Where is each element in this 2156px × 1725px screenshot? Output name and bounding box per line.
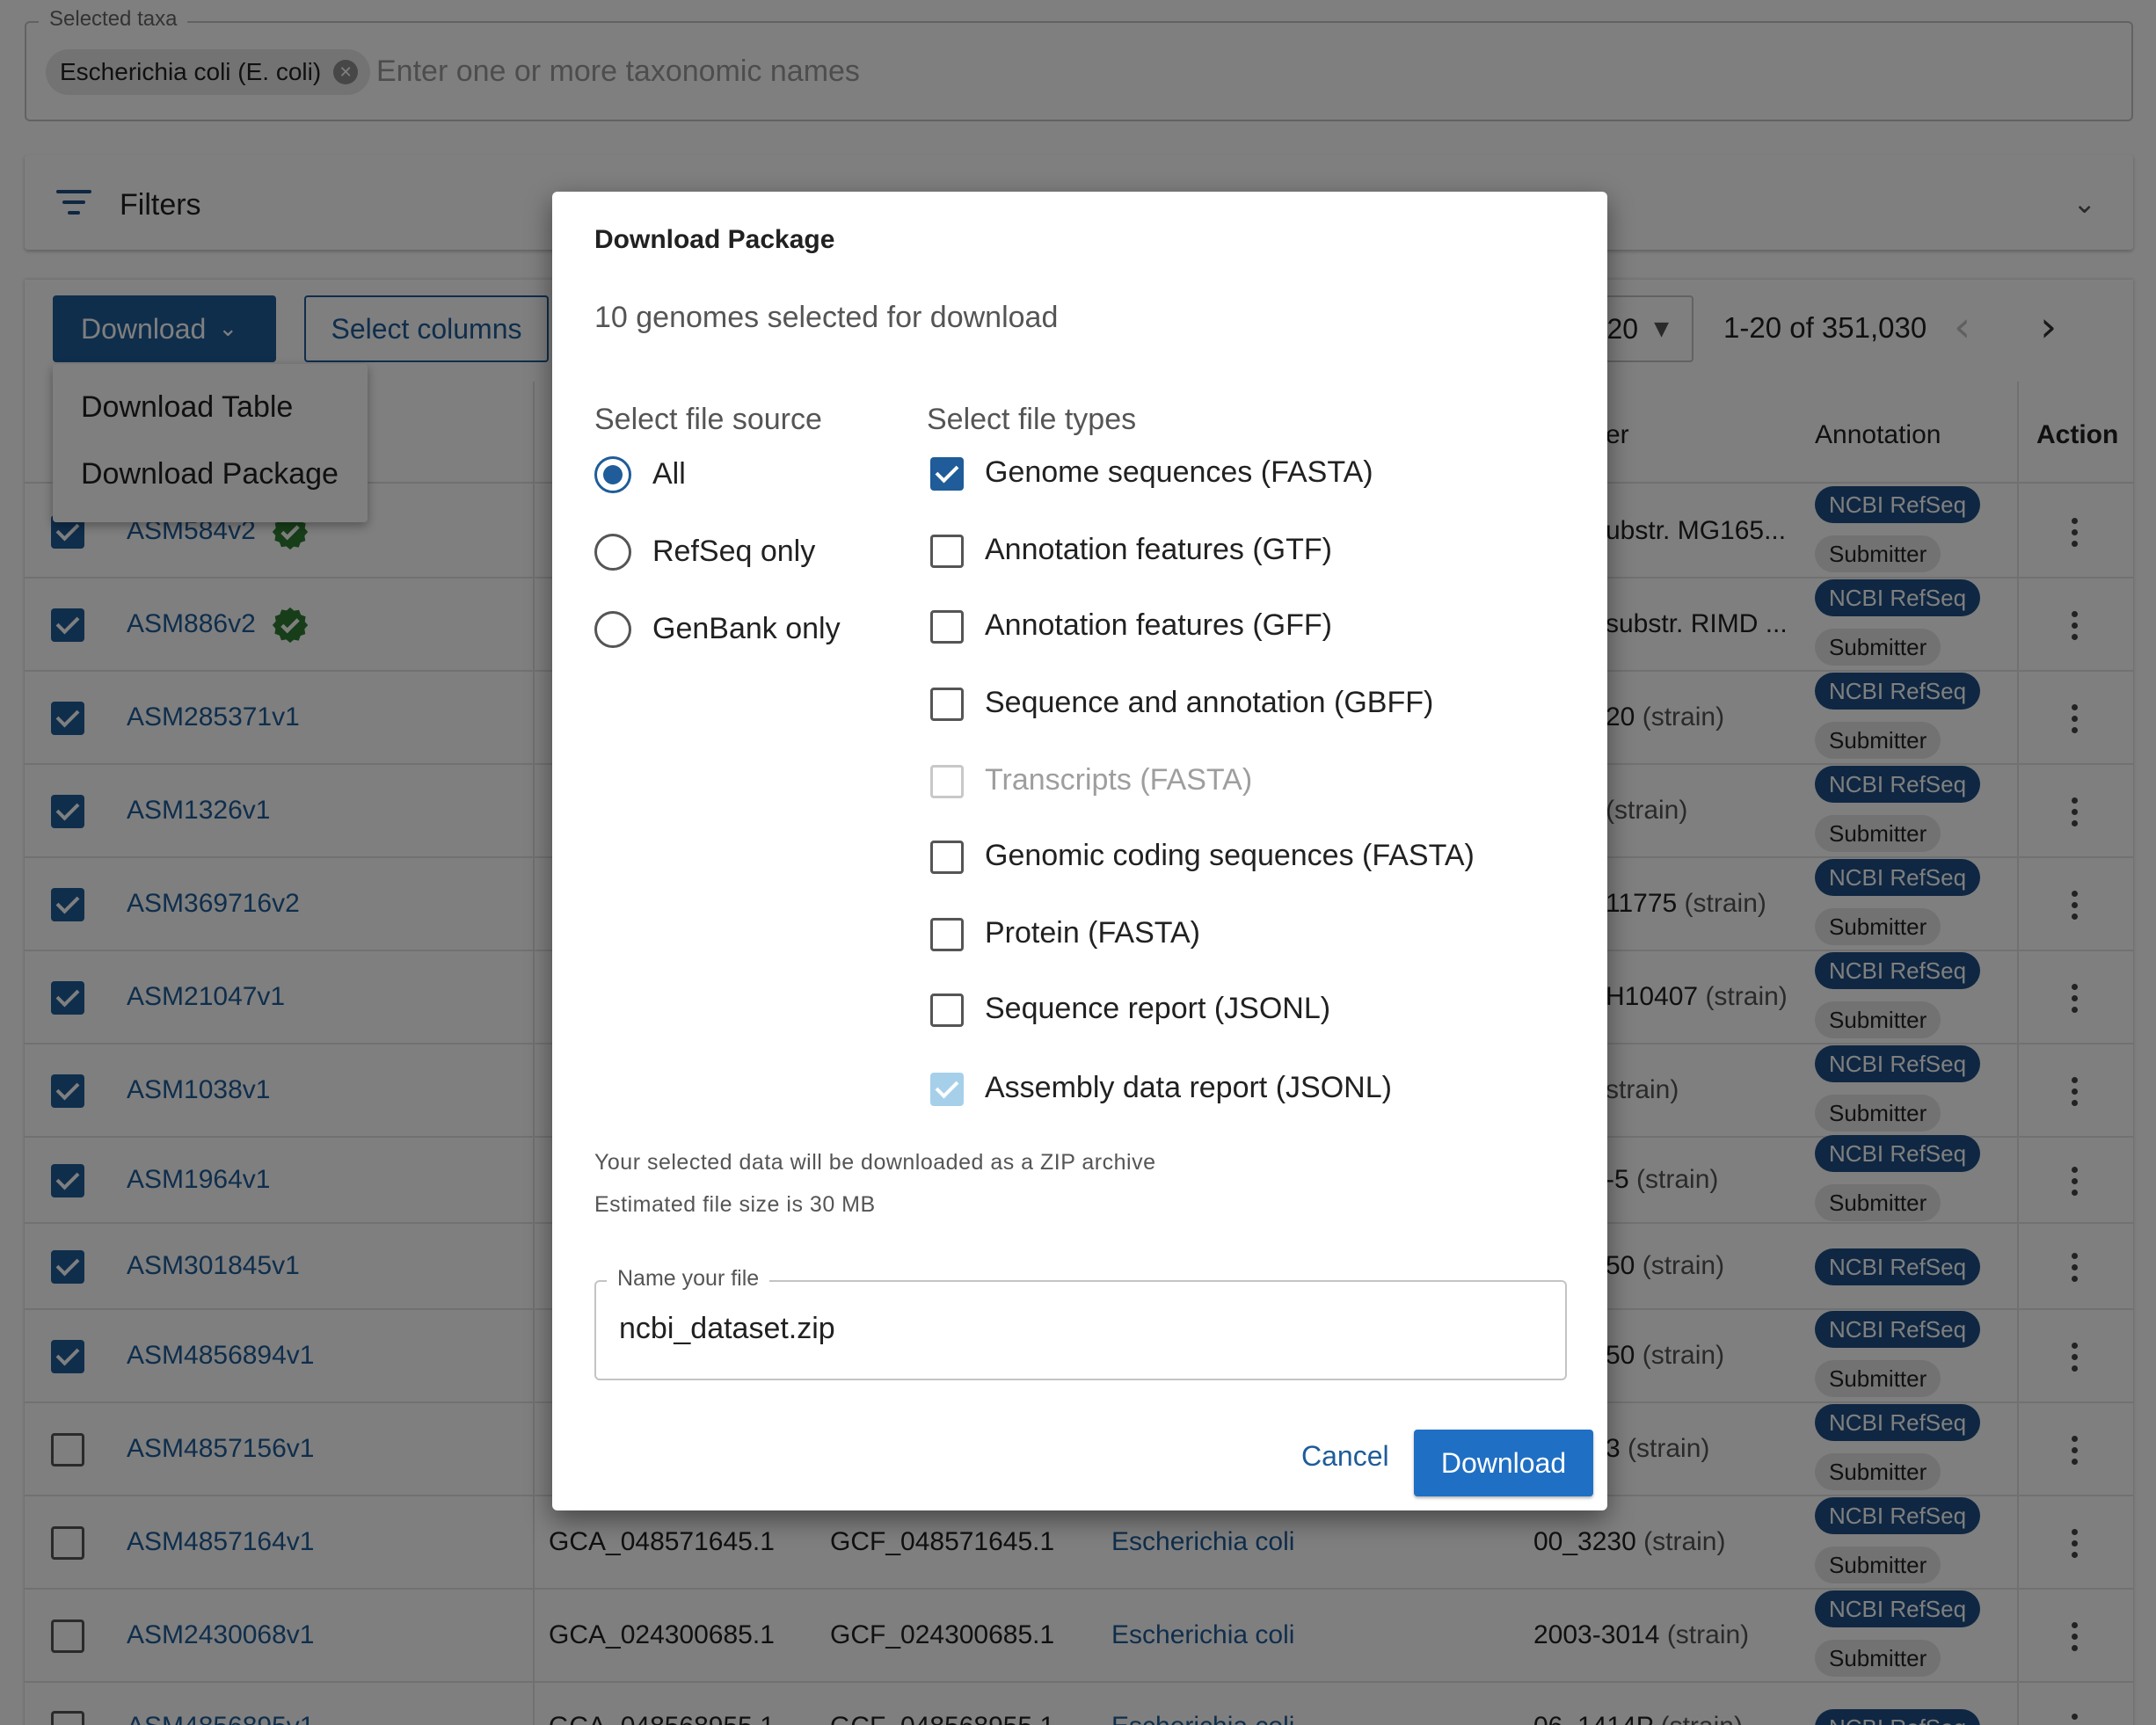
- file-type-checkbox[interactable]: [930, 994, 964, 1027]
- file-type-checkbox[interactable]: [930, 688, 964, 721]
- genome-browser-page: Selected taxa Escherichia coli (E. coli)…: [0, 0, 2156, 1725]
- dialog-title: Download Package: [594, 225, 835, 254]
- filename-input[interactable]: [619, 1312, 1533, 1346]
- dialog-subtitle: 10 genomes selected for download: [594, 301, 1059, 334]
- file-type-checkbox[interactable]: [930, 918, 964, 951]
- file-source-label[interactable]: RefSeq only: [652, 535, 815, 569]
- download-button[interactable]: Download: [1414, 1430, 1593, 1496]
- file-type-label[interactable]: Genome sequences (FASTA): [985, 455, 1373, 490]
- file-source-radio[interactable]: [594, 611, 631, 648]
- file-type-checkbox[interactable]: [930, 535, 964, 568]
- download-package-dialog: Download Package 10 genomes selected for…: [552, 192, 1607, 1510]
- zip-note: Your selected data will be downloaded as…: [594, 1150, 1156, 1175]
- file-source-radio[interactable]: [594, 534, 631, 571]
- file-types-heading: Select file types: [927, 403, 1137, 436]
- cancel-button[interactable]: Cancel: [1301, 1440, 1389, 1473]
- file-source-label[interactable]: All: [652, 457, 686, 491]
- file-type-label[interactable]: Assembly data report (JSONL): [985, 1071, 1392, 1105]
- filename-legend: Name your file: [607, 1266, 770, 1292]
- file-source-label[interactable]: GenBank only: [652, 612, 841, 646]
- file-type-label[interactable]: Annotation features (GFF): [985, 608, 1332, 643]
- file-type-checkbox[interactable]: [930, 457, 964, 491]
- file-type-label[interactable]: Sequence report (JSONL): [985, 992, 1330, 1026]
- file-type-label[interactable]: Sequence and annotation (GBFF): [985, 686, 1433, 720]
- file-type-label[interactable]: Genomic coding sequences (FASTA): [985, 839, 1475, 873]
- file-source-radio[interactable]: [594, 456, 631, 493]
- file-type-checkbox: [930, 765, 964, 798]
- file-type-label[interactable]: Annotation features (GTF): [985, 533, 1332, 567]
- file-source-heading: Select file source: [594, 403, 822, 436]
- file-type-checkbox[interactable]: [930, 1073, 964, 1106]
- size-note: Estimated file size is 30 MB: [594, 1192, 876, 1217]
- file-type-label[interactable]: Protein (FASTA): [985, 916, 1200, 950]
- file-type-checkbox[interactable]: [930, 610, 964, 644]
- file-type-label[interactable]: Transcripts (FASTA): [985, 763, 1252, 797]
- file-type-checkbox[interactable]: [930, 841, 964, 874]
